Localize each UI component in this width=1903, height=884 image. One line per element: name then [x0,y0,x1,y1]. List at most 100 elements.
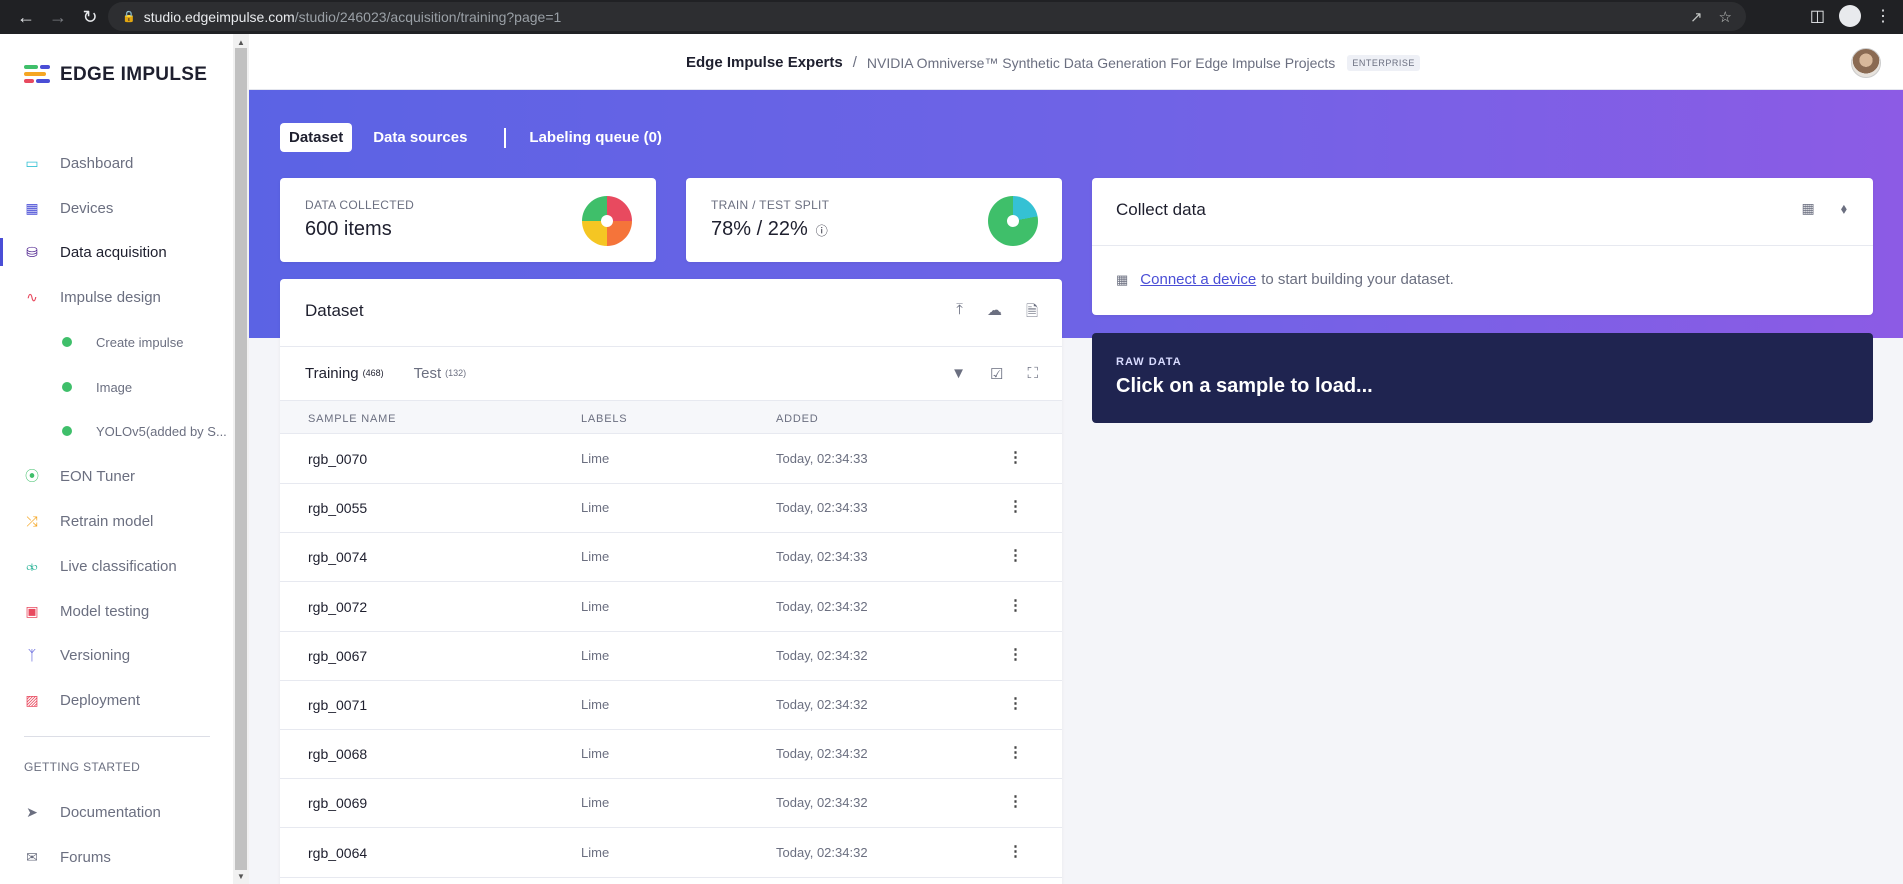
sidebar-item-label: EON Tuner [60,467,136,485]
sample-name[interactable]: rgb_0071 [308,697,367,713]
upload-icon[interactable]: ⤒ [956,301,963,326]
chip-icon[interactable]: ▦ [1801,200,1814,217]
sample-name[interactable]: rgb_0067 [308,648,367,664]
row-menu-icon[interactable]: ⋮ [1008,645,1023,663]
train-test-split-value: 78% / 22% ⓘ [711,218,828,241]
breadcrumb-org[interactable]: Edge Impulse Experts [686,54,843,71]
lock-icon[interactable]: 🔒 [122,10,136,23]
table-row[interactable]: rgb_0074 Lime Today, 02:34:33 ⋮ [280,533,1062,583]
table-row[interactable]: rgb_0068 Lime Today, 02:34:32 ⋮ [280,730,1062,780]
tab-dataset[interactable]: Dataset [280,123,353,152]
cloud-upload-icon[interactable]: ☁ [987,301,1002,326]
sample-added: Today, 02:34:32 [776,647,868,663]
table-row[interactable]: rgb_0070 Lime Today, 02:34:33 ⋮ [280,435,1062,484]
sidebar-item-image[interactable]: Image [0,369,233,405]
usb-icon[interactable]: ⬧ [1841,200,1847,217]
tab-test[interactable]: Test (132) [414,365,467,382]
sidebar-scrollbar[interactable]: ▲ ▼ [233,34,249,884]
sample-added: Today, 02:34:32 [776,844,868,860]
row-menu-icon[interactable]: ⋮ [1008,596,1023,614]
table-row[interactable]: rgb_0064 Lime Today, 02:34:32 ⋮ [280,829,1062,878]
reload-icon[interactable]: ↻ [74,1,106,33]
sample-name[interactable]: rgb_0064 [308,845,367,861]
sidebar-item-deployment[interactable]: ▨ Deployment [0,682,233,718]
connect-device-link[interactable]: Connect a device [1140,271,1256,288]
sample-name[interactable]: rgb_0069 [308,795,367,811]
row-menu-icon[interactable]: ⋮ [1008,497,1023,515]
table-row[interactable]: rgb_0067 Lime Today, 02:34:32 ⋮ [280,632,1062,681]
breadcrumb-project[interactable]: NVIDIA Omniverse™ Synthetic Data Generat… [867,55,1335,71]
sample-added: Today, 02:34:33 [776,549,868,565]
sidebar-item-label: Live classification [60,557,177,575]
tab-training-label: Training [305,365,359,382]
select-checkbox-icon[interactable]: ☑ [990,365,1003,383]
edge-impulse-logo[interactable]: EDGE IMPULSE [24,64,207,86]
share-icon[interactable]: ↗ [1690,8,1703,26]
tab-labeling-queue[interactable]: Labeling queue (0) [520,123,671,152]
shuffle-icon: ⤮ [26,512,38,529]
sidebar-item-documentation[interactable]: ➤ Documentation [0,794,233,830]
sidebar-item-eon-tuner[interactable]: ⦿ EON Tuner [0,458,233,494]
expand-icon[interactable]: ⛶ [1027,365,1038,383]
profile-icon[interactable]: ● [1839,5,1861,27]
sample-name[interactable]: rgb_0070 [308,451,367,467]
sidebar-item-yolov5[interactable]: YOLOv5(added by S... [0,413,233,449]
row-menu-icon[interactable]: ⋮ [1008,842,1023,860]
table-row[interactable]: rgb_0072 Lime Today, 02:34:32 ⋮ [280,583,1062,632]
back-icon[interactable]: ← [10,1,42,33]
sample-name[interactable]: rgb_0072 [308,599,367,615]
side-panel-icon[interactable]: ◫ [1810,6,1825,26]
column-sample-name[interactable]: SAMPLE NAME [308,413,396,425]
forward-icon[interactable]: → [42,1,74,33]
row-menu-icon[interactable]: ⋮ [1008,743,1023,761]
sample-name[interactable]: rgb_0068 [308,746,367,762]
tab-training[interactable]: Training (468) [305,365,384,382]
table-row[interactable]: rgb_0071 Lime Today, 02:34:32 ⋮ [280,681,1062,730]
sidebar-item-retrain-model[interactable]: ⤮ Retrain model [0,503,233,539]
sample-label: Lime [581,697,610,712]
collect-data-message: ▦ Connect a device to start building you… [1116,271,1454,288]
kebab-menu-icon[interactable]: ⋮ [1875,6,1891,26]
train-test-split-label: TRAIN / TEST SPLIT [711,198,830,212]
sidebar-item-data-acquisition[interactable]: ⛁ Data acquisition [0,234,233,270]
row-menu-icon[interactable]: ⋮ [1008,694,1023,712]
sidebar-item-label: Forums [60,848,111,866]
sample-label: Lime [581,598,610,614]
chip-icon: ▦ [25,199,39,216]
column-added[interactable]: ADDED [776,413,819,425]
help-icon[interactable]: ⓘ [816,224,828,238]
scroll-down-icon[interactable]: ▼ [237,872,245,881]
export-file-icon[interactable]: 🗎 [1026,301,1038,326]
row-menu-icon[interactable]: ⋮ [1008,448,1023,466]
divider [280,346,1062,347]
row-menu-icon[interactable]: ⋮ [1008,546,1023,564]
sidebar-item-model-testing[interactable]: ▣ Model testing [0,593,233,629]
status-dot [62,382,72,392]
row-menu-icon[interactable]: ⋮ [1008,792,1023,810]
enterprise-badge: ENTERPRISE [1347,54,1420,71]
scrollbar-thumb[interactable] [235,48,247,870]
sidebar-item-live-classification[interactable]: ⧞ Live classification [0,548,233,584]
sidebar-item-devices[interactable]: ▦ Devices [0,190,233,226]
scroll-up-icon[interactable]: ▲ [237,38,245,47]
sidebar-item-dashboard[interactable]: ▭ Dashboard [0,145,233,181]
table-row[interactable]: rgb_0069 Lime Today, 02:34:32 ⋮ [280,779,1062,829]
sidebar-item-forums[interactable]: ✉ Forums [0,839,233,875]
sidebar-divider [24,736,210,737]
avatar[interactable] [1851,48,1881,78]
sample-name[interactable]: rgb_0074 [308,549,367,565]
sample-added: Today, 02:34:32 [776,795,868,811]
column-labels[interactable]: LABELS [581,413,627,425]
logo-text: EDGE IMPULSE [60,64,208,85]
bookmark-star-icon[interactable]: ☆ [1719,8,1732,26]
sidebar-item-impulse-design[interactable]: ∿ Impulse design [0,279,233,315]
filter-icon[interactable]: ▼ [951,365,966,383]
url-host: studio.edgeimpulse.com [143,8,295,25]
sample-label: Lime [581,451,610,466]
address-bar[interactable]: 🔒 studio.edgeimpulse.com/studio/246023/a… [108,2,1746,31]
sample-name[interactable]: rgb_0055 [308,500,367,516]
tab-data-sources[interactable]: Data sources [364,123,476,152]
sidebar-item-create-impulse[interactable]: Create impulse [0,324,233,360]
table-row[interactable]: rgb_0055 Lime Today, 02:34:33 ⋮ [280,484,1062,534]
sidebar-item-versioning[interactable]: ᛉ Versioning [0,637,233,673]
